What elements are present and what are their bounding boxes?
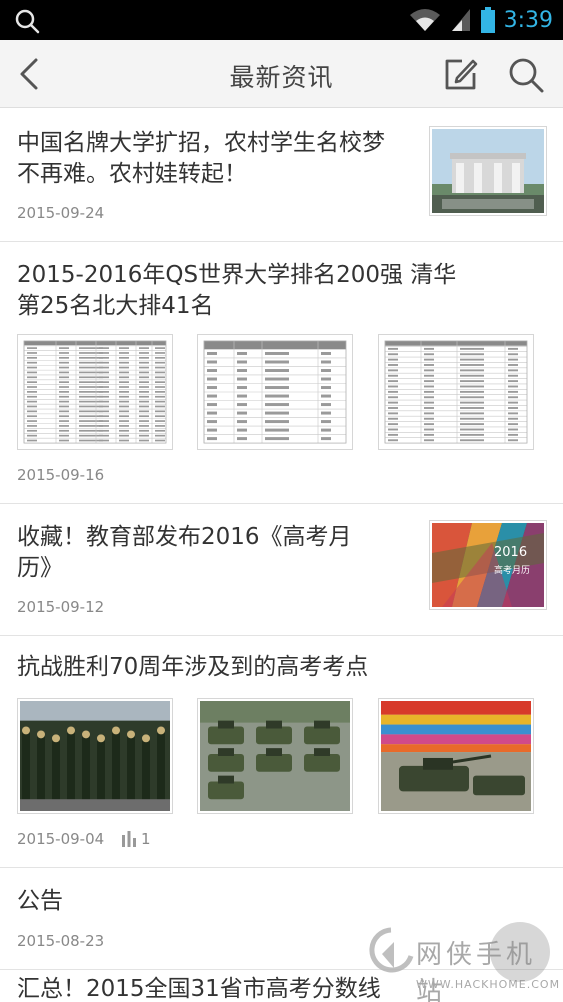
watermark-icon bbox=[369, 927, 414, 973]
scroll-top-button[interactable] bbox=[490, 922, 550, 982]
watermark-url: WWW.HACKHOME.COM bbox=[416, 978, 561, 991]
news-layout-layer bbox=[0, 0, 563, 1002]
watermark-logo: 网侠手机站 WWW.HACKHOME.COM bbox=[368, 920, 561, 1002]
